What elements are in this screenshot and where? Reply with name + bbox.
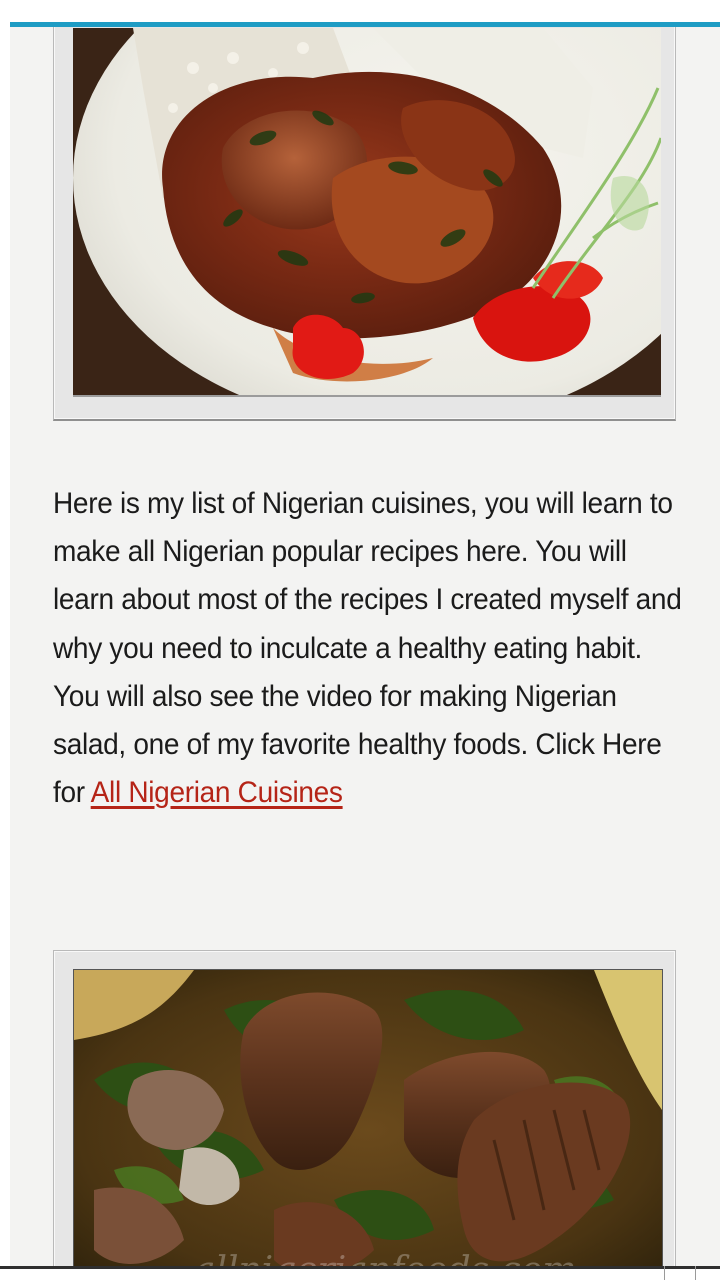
scroll-indicator [664,1266,696,1280]
recipe-image-card [53,27,676,421]
watermark-text: allnigerianfoods.com [194,1250,577,1267]
article-paragraph: Here is my list of Nigerian cuisines, yo… [53,480,689,817]
soup-photo-graphic: allnigerianfoods.com [74,970,662,1267]
stew-with-rice-photo[interactable] [73,28,661,397]
all-nigerian-cuisines-link[interactable]: All Nigerian Cuisines [91,776,343,809]
stew-photo-graphic [73,28,661,395]
vegetable-soup-photo[interactable]: allnigerianfoods.com [73,969,663,1267]
page-content[interactable]: Here is my list of Nigerian cuisines, yo… [10,27,720,1267]
webview-screen: Here is my list of Nigerian cuisines, yo… [0,0,720,1280]
bottom-divider [0,1266,720,1269]
article-text: Here is my list of Nigerian cuisines, yo… [53,487,682,810]
recipe-image-card: allnigerianfoods.com [53,950,676,1267]
